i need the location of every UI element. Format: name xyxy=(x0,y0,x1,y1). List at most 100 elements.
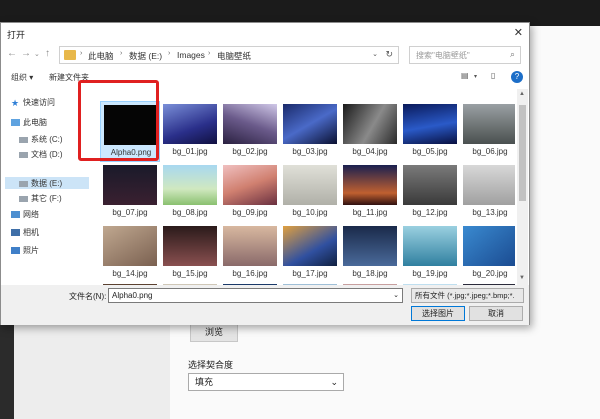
dialog-title: 打开 xyxy=(7,30,26,40)
file-thumbnail[interactable]: bg_13.jpg xyxy=(460,162,515,223)
file-name: bg_20.jpg xyxy=(472,269,508,278)
file-thumbnail[interactable]: bg_08.jpg xyxy=(160,162,220,223)
scroll-up-icon[interactable]: ▲ xyxy=(519,91,525,97)
filename-label: 文件名(N): xyxy=(69,292,107,301)
file-thumbnail[interactable]: bg_19.jpg xyxy=(400,223,460,284)
nav-item-quick-access[interactable]: ★ 快速访问 xyxy=(11,97,55,108)
fit-mode-label: 选择契合度 xyxy=(188,360,234,370)
organize-button[interactable]: 组织 ▾ xyxy=(11,72,33,83)
thumbnail-image xyxy=(403,104,457,144)
file-thumbnail[interactable]: bg_15.jpg xyxy=(160,223,220,284)
nav-item-drive-d[interactable]: 文档 (D:) xyxy=(19,149,63,160)
up-arrow-icon[interactable]: ↑ xyxy=(45,48,50,59)
breadcrumb-item[interactable]: 电脑壁纸 xyxy=(217,50,251,62)
file-name: bg_19.jpg xyxy=(412,269,448,278)
thumbnail-image xyxy=(463,104,515,144)
breadcrumb-item[interactable]: Images xyxy=(177,50,205,60)
file-thumbnail[interactable]: bg_04.jpg xyxy=(340,101,400,162)
nav-item-label: 此电脑 xyxy=(23,118,47,127)
breadcrumb-item[interactable]: 此电脑 xyxy=(88,50,114,62)
drive-icon xyxy=(19,137,28,143)
scroll-down-icon[interactable]: ▼ xyxy=(519,275,525,281)
chevron-down-icon[interactable]: ⌄ xyxy=(372,50,378,58)
file-name: bg_09.jpg xyxy=(232,208,268,217)
breadcrumb-item[interactable]: 数据 (E:) xyxy=(129,50,162,62)
thumbnail-image xyxy=(163,104,217,144)
preview-pane-icon[interactable]: ▯ xyxy=(491,71,503,82)
filename-field[interactable]: Alpha0.png ⌄ xyxy=(108,288,403,303)
thumbnail-image xyxy=(463,165,515,205)
file-name: bg_18.jpg xyxy=(352,269,388,278)
nav-item-label: 照片 xyxy=(23,246,39,255)
file-thumbnail[interactable]: bg_02.jpg xyxy=(220,101,280,162)
search-input[interactable]: 搜索"电脑壁纸" ⌕ xyxy=(409,46,521,64)
thumbnail-image xyxy=(403,165,457,205)
file-thumbnail[interactable]: bg_18.jpg xyxy=(340,223,400,284)
search-placeholder: 搜索"电脑壁纸" xyxy=(416,51,470,60)
nav-item-drive-c[interactable]: 系统 (C:) xyxy=(19,134,63,145)
forward-arrow-icon[interactable]: → xyxy=(21,48,31,59)
folder-icon xyxy=(64,50,76,60)
chevron-down-icon[interactable]: ▾ xyxy=(474,73,486,84)
view-options-icon[interactable]: ▤ xyxy=(461,71,473,82)
help-icon[interactable]: ? xyxy=(511,71,523,83)
crumb-separator-icon: › xyxy=(168,50,171,57)
dialog-footer: 文件名(N): Alpha0.png ⌄ 所有文件 (*.jpg;*.jpeg;… xyxy=(1,285,529,325)
file-thumbnail[interactable]: bg_10.jpg xyxy=(280,162,340,223)
thumbnail-image xyxy=(103,165,157,205)
file-thumbnail[interactable]: bg_20.jpg xyxy=(460,223,515,284)
file-name: bg_06.jpg xyxy=(472,147,508,156)
filetype-select[interactable]: 所有文件 (*.jpg;*.jpeg;*.bmp;*. xyxy=(411,288,524,303)
nav-item-network[interactable]: 网络 xyxy=(11,209,39,220)
chevron-down-icon[interactable]: ⌄ xyxy=(393,289,399,302)
camera-icon xyxy=(11,229,20,236)
dialog-title-bar: 打开 ✕ xyxy=(1,23,529,43)
file-thumbnail[interactable]: bg_01.jpg xyxy=(160,101,220,162)
refresh-icon[interactable]: ↻ xyxy=(385,49,393,60)
address-bar[interactable]: › 此电脑 › 数据 (E:) › Images › 电脑壁纸 ⌄ ↻ xyxy=(59,46,399,64)
nav-item-drive-e[interactable]: 数据 (E:) xyxy=(19,178,62,189)
file-thumbnail[interactable]: bg_05.jpg xyxy=(400,101,460,162)
nav-item-photos[interactable]: 照片 xyxy=(11,245,39,256)
fit-mode-select[interactable]: 填充 ⌄ xyxy=(188,373,344,391)
close-icon[interactable]: ✕ xyxy=(514,26,523,39)
thumbnail-image xyxy=(103,226,157,266)
file-thumbnail[interactable]: bg_06.jpg xyxy=(460,101,515,162)
thumbnail-image xyxy=(343,226,397,266)
vertical-scrollbar[interactable]: ▲ ▼ xyxy=(517,89,528,285)
network-icon xyxy=(11,211,20,218)
browse-button[interactable]: 浏览 xyxy=(190,323,238,342)
file-thumbnail[interactable]: bg_09.jpg xyxy=(220,162,280,223)
crumb-separator-icon: › xyxy=(208,50,211,57)
open-file-dialog: 打开 ✕ ← → ⌄ ↑ › 此电脑 › 数据 (E:) › Images › … xyxy=(0,22,530,325)
file-thumbnail[interactable]: bg_03.jpg xyxy=(280,101,340,162)
cancel-button[interactable]: 取消 xyxy=(469,306,523,321)
nav-item-label: 系统 (C:) xyxy=(31,135,63,144)
recent-chevron-icon[interactable]: ⌄ xyxy=(34,50,40,58)
open-button[interactable]: 选择图片 xyxy=(411,306,465,321)
thumbnail-image xyxy=(343,104,397,144)
star-icon: ★ xyxy=(11,98,20,108)
file-thumbnail[interactable]: bg_11.jpg xyxy=(340,162,400,223)
crumb-separator-icon: › xyxy=(80,50,83,57)
thumbnail-image xyxy=(223,165,277,205)
file-thumbnail[interactable]: bg_07.jpg xyxy=(100,162,160,223)
nav-item-drive-f[interactable]: 其它 (F:) xyxy=(19,193,62,204)
thumbnail-image xyxy=(223,226,277,266)
navigation-row: ← → ⌄ ↑ › 此电脑 › 数据 (E:) › Images › 电脑壁纸 … xyxy=(1,43,529,67)
file-thumbnail[interactable]: bg_17.jpg xyxy=(280,223,340,284)
computer-icon xyxy=(11,119,20,126)
file-thumbnail[interactable]: bg_14.jpg xyxy=(100,223,160,284)
file-name: bg_17.jpg xyxy=(292,269,328,278)
nav-item-this-pc[interactable]: 此电脑 xyxy=(11,117,47,128)
filename-value: Alpha0.png xyxy=(112,291,153,300)
scrollbar-thumb[interactable] xyxy=(519,105,526,201)
thumbnail-image xyxy=(463,226,515,266)
file-name: bg_08.jpg xyxy=(172,208,208,217)
file-thumbnail[interactable]: bg_12.jpg xyxy=(400,162,460,223)
file-thumbnail[interactable]: bg_16.jpg xyxy=(220,223,280,284)
nav-item-camera[interactable]: 相机 xyxy=(11,227,39,238)
back-arrow-icon[interactable]: ← xyxy=(7,48,17,59)
thumbnail-image xyxy=(163,165,217,205)
file-name: bg_01.jpg xyxy=(172,147,208,156)
